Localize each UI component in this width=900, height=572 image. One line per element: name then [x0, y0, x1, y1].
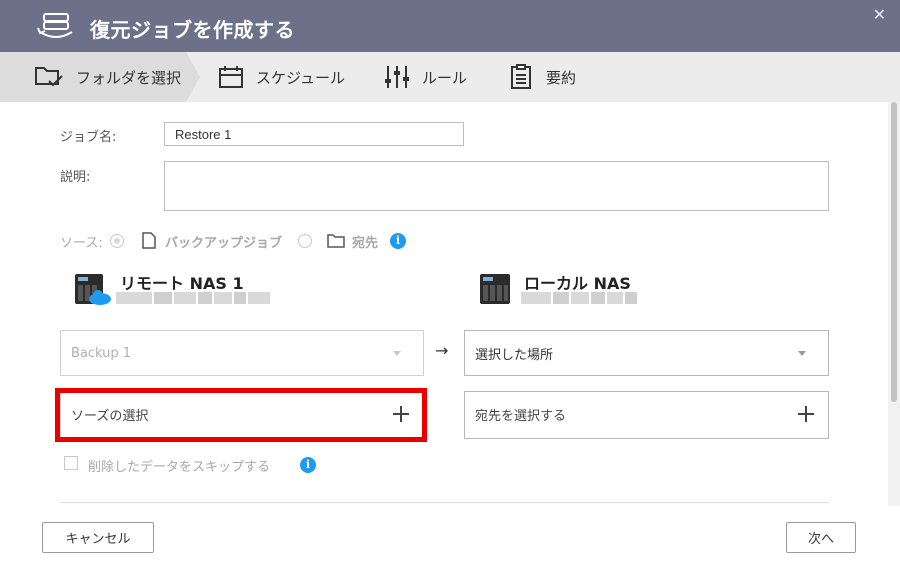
job-name-label: ジョブ名:	[60, 130, 117, 145]
folder-icon	[327, 234, 345, 248]
destination-location-select[interactable]: 選択した場所	[464, 330, 829, 376]
select-destination-label: 宛先を選択する	[475, 409, 567, 424]
folder-check-icon	[35, 67, 63, 87]
info-icon[interactable]: i	[300, 457, 316, 473]
arrow-icon: →	[435, 341, 449, 360]
step-label: フォルダを選択	[76, 68, 182, 87]
next-button[interactable]: 次へ	[786, 522, 856, 553]
local-nas-address-redacted	[521, 292, 637, 304]
radio-backup-job[interactable]	[110, 234, 124, 248]
red-highlight-box	[55, 388, 427, 442]
restore-job-icon	[37, 13, 73, 38]
plus-icon	[798, 406, 814, 422]
select-destination-button[interactable]: 宛先を選択する	[464, 391, 829, 439]
sliders-icon	[385, 66, 409, 88]
step-select-folder[interactable]: フォルダを選択	[34, 52, 181, 102]
description-label: 説明:	[60, 170, 91, 185]
step-schedule[interactable]: スケジュール	[218, 52, 345, 102]
job-name-input[interactable]	[164, 122, 464, 146]
calendar-icon	[219, 66, 243, 88]
skip-deleted-label: 削除したデータをスキップする	[88, 460, 271, 475]
radio-destination[interactable]	[298, 234, 312, 248]
dialog-title: 復元ジョブを作成する	[90, 18, 295, 42]
clipboard-list-icon	[511, 64, 531, 89]
source-label: ソース:	[60, 236, 103, 251]
backup-job-select-value: Backup 1	[71, 345, 132, 361]
title-bar: 復元ジョブを作成する ✕	[0, 0, 900, 52]
backup-job-select[interactable]: Backup 1	[60, 330, 424, 376]
step-label: スケジュール	[256, 68, 345, 87]
description-textarea[interactable]	[164, 161, 829, 211]
step-rules[interactable]: ルール	[384, 52, 467, 102]
remote-nas-name: リモート NAS 1	[120, 274, 244, 293]
content-scrollbar[interactable]	[888, 102, 900, 506]
close-icon[interactable]: ✕	[873, 5, 886, 24]
skip-deleted-checkbox[interactable]	[64, 456, 78, 470]
nas-icon	[480, 274, 510, 304]
local-nas-name: ローカル NAS	[524, 274, 631, 293]
chevron-down-icon	[393, 351, 401, 356]
divider	[60, 502, 829, 503]
destination-location-select-value: 選択した場所	[475, 347, 554, 363]
step-label: ルール	[422, 68, 468, 87]
scrollbar-thumb[interactable]	[891, 102, 897, 402]
cancel-button[interactable]: キャンセル	[42, 522, 154, 553]
destination-option-label: 宛先	[352, 236, 379, 251]
chevron-down-icon	[798, 351, 806, 356]
step-summary[interactable]: 要約	[510, 52, 576, 102]
remote-nas-address-redacted	[116, 292, 270, 304]
nas-cloud-icon	[75, 274, 111, 305]
backup-job-option-label: バックアップジョブ	[165, 236, 283, 251]
info-icon[interactable]: i	[390, 233, 406, 249]
step-label: 要約	[546, 68, 577, 87]
file-icon	[142, 232, 156, 249]
